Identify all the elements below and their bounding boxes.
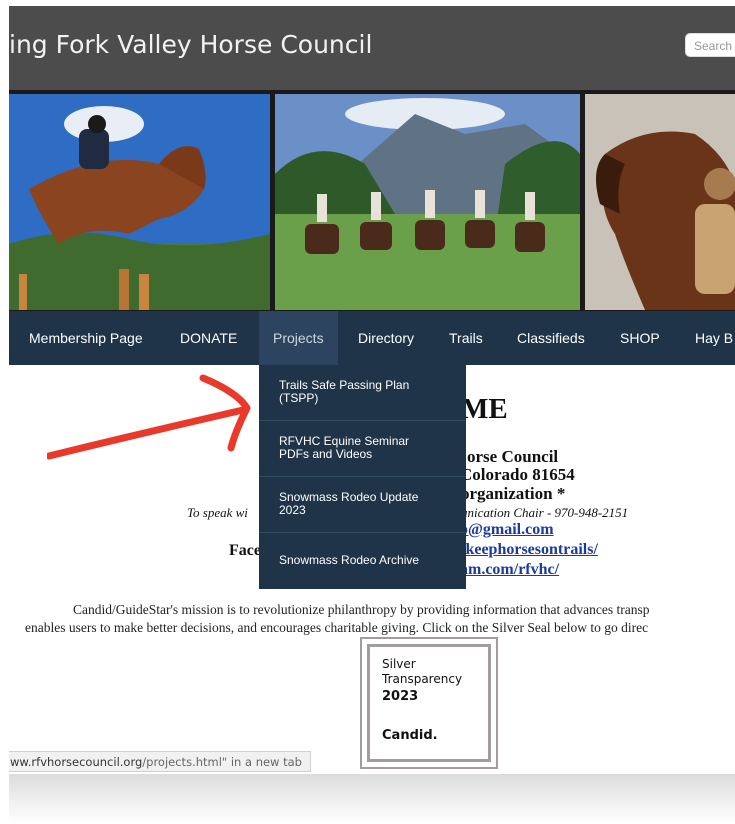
dropdown-item-rodeo-archive[interactable]: Snowmass Rodeo Archive	[259, 533, 466, 589]
window-bottom-edge	[9, 774, 735, 824]
main-nav: Membership Page DONATE Projects Director…	[9, 311, 735, 365]
status-path: /projects.html" in a new tab	[142, 755, 302, 769]
dropdown-item-seminar[interactable]: RFVHC Equine Seminar PDFs and Videos	[259, 421, 466, 477]
org-type: organization *	[461, 484, 566, 503]
web-page: ing Fork Valley Horse Council Search Mem…	[9, 6, 735, 774]
seal-line-2: Transparency	[382, 672, 463, 686]
candid-logo: Candid.	[382, 728, 438, 743]
search-input[interactable]: Search	[685, 33, 735, 57]
nav-hay[interactable]: Hay B	[695, 311, 733, 365]
dropdown-item-label: PDFs and Videos	[279, 447, 373, 461]
status-domain: ww.rfvhorsecouncil.org	[10, 755, 143, 769]
banner-photo-trail-ride	[275, 94, 580, 310]
dropdown-item-rodeo-update[interactable]: Snowmass Rodeo Update 2023	[259, 477, 466, 533]
welcome-heading: ME	[461, 393, 508, 425]
projects-dropdown: Trails Safe Passing Plan (TSPP) RFVHC Eq…	[259, 365, 466, 589]
facebook-prefix: Face	[229, 542, 261, 559]
dropdown-item-tspp[interactable]: Trails Safe Passing Plan (TSPP)	[259, 365, 466, 421]
banner-photo-arena	[585, 94, 735, 310]
candid-silver-seal[interactable]: Silver Transparency 2023 Candid.	[360, 637, 498, 769]
banner-photo-jumper	[9, 94, 270, 310]
nav-shop[interactable]: SHOP	[620, 311, 660, 365]
mission-line-2: enables users to make better decisions, …	[25, 620, 649, 635]
speak-prefix: To speak wi	[187, 505, 248, 520]
org-address: Colorado 81654	[460, 465, 575, 484]
instagram-link[interactable]: am.com/rfvhc/	[460, 561, 559, 579]
dropdown-item-label: 2023	[279, 503, 306, 517]
nav-donate[interactable]: DONATE	[180, 311, 237, 365]
seal-card: Silver Transparency 2023 Candid.	[362, 639, 496, 767]
banner	[9, 90, 735, 314]
email-link[interactable]: o@gmail.com	[460, 521, 554, 539]
dropdown-item-label: (TSPP)	[279, 391, 319, 405]
nav-membership[interactable]: Membership Page	[29, 311, 143, 365]
site-header: ing Fork Valley Horse Council Search	[9, 6, 735, 90]
nav-projects[interactable]: Projects	[259, 311, 338, 365]
red-arrow-annotation	[47, 374, 251, 460]
org-name: orse Council	[467, 447, 559, 466]
link-status-bar: ww.rfvhorsecouncil.org/projects.html" in…	[9, 751, 311, 772]
facebook-link[interactable]: /keephorsesontrails/	[461, 541, 598, 559]
mission-line-1: Candid/GuideStar's mission is to revolut…	[73, 602, 650, 617]
nav-trails[interactable]: Trails	[449, 311, 483, 365]
nav-directory[interactable]: Directory	[358, 311, 414, 365]
seal-line-1: Silver	[382, 657, 416, 671]
seal-year: 2023	[382, 689, 419, 704]
nav-classifieds[interactable]: Classifieds	[517, 311, 585, 365]
contact-chair: unication Chair - 970-948-2151	[461, 505, 629, 520]
site-title[interactable]: ing Fork Valley Horse Council	[9, 30, 372, 59]
dropdown-item-label: Snowmass Rodeo Archive	[279, 553, 420, 567]
